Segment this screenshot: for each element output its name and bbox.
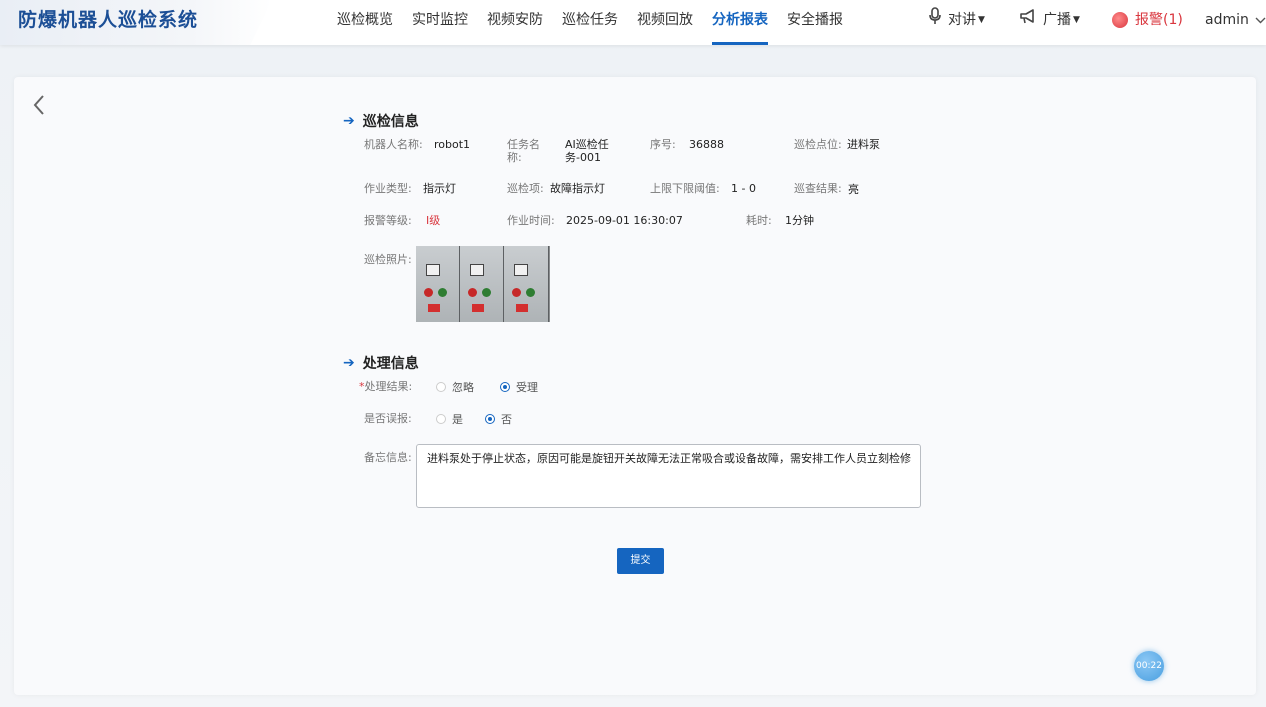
- arrow-right-icon: ➔: [343, 113, 355, 129]
- inspection-point-value: 进料泵: [847, 138, 880, 151]
- threshold-value: 1 - 0: [731, 182, 756, 195]
- back-icon[interactable]: [32, 94, 46, 120]
- intercom-label: 对讲: [948, 12, 976, 28]
- username: admin: [1205, 12, 1249, 28]
- top-header: 防爆机器人巡检系统 巡检概览 实时监控 视频安防 巡检任务 视频回放 分析报表 …: [0, 0, 1266, 45]
- inspection-photo[interactable]: [416, 246, 550, 322]
- handling-section-title: ➔ 处理信息: [343, 355, 419, 372]
- timer-badge[interactable]: 00:22: [1134, 651, 1164, 681]
- duration-value: 1分钟: [785, 214, 814, 227]
- inspection-item-value: 故障指示灯: [550, 182, 605, 195]
- alarm-button[interactable]: 报警(1): [1112, 0, 1183, 40]
- handling-result-radio-group: 忽略 受理: [436, 379, 564, 395]
- photo-label: 巡检照片:: [364, 253, 412, 266]
- memo-label: 备忘信息:: [364, 451, 412, 464]
- caret-down-icon: ▼: [978, 15, 985, 25]
- nav-item-inspection-task[interactable]: 巡检任务: [562, 0, 618, 45]
- nav-item-realtime-monitor[interactable]: 实时监控: [412, 0, 468, 45]
- control-box-image: [460, 246, 505, 322]
- nav-item-overview[interactable]: 巡检概览: [337, 0, 393, 45]
- detail-panel: [14, 77, 1256, 695]
- robot-name-value: robot1: [434, 138, 471, 151]
- memo-textarea[interactable]: 进料泵处于停止状态，原因可能是旋钮开关故障无法正常吸合或设备故障，需安排工作人员…: [416, 444, 921, 508]
- nav-item-analysis-report[interactable]: 分析报表: [712, 0, 768, 45]
- radio-ignore[interactable]: 忽略: [436, 379, 474, 395]
- handling-result-label: *处理结果:: [359, 380, 413, 393]
- inspection-item-label: 巡检项:: [507, 182, 544, 195]
- logo-area: 防爆机器人巡检系统: [0, 0, 272, 45]
- broadcast-label: 广播: [1043, 12, 1071, 28]
- nav-item-safety-broadcast[interactable]: 安全播报: [787, 0, 843, 45]
- result-label: 巡查结果:: [794, 182, 842, 195]
- control-box-image: [504, 246, 549, 322]
- job-type-label: 作业类型:: [364, 182, 412, 195]
- megaphone-icon: [1019, 0, 1037, 40]
- alarm-level-value: Ⅰ级: [426, 214, 441, 227]
- duration-label: 耗时:: [746, 214, 772, 227]
- job-time-value: 2025-09-01 16:30:07: [566, 214, 683, 227]
- task-name-label: 任务名 称:: [507, 138, 540, 164]
- nav-item-video-security[interactable]: 视频安防: [487, 0, 543, 45]
- intercom-button[interactable]: 对讲 ▼: [928, 0, 985, 40]
- arrow-right-icon: ➔: [343, 355, 355, 371]
- user-menu[interactable]: admin: [1205, 0, 1266, 40]
- task-name-value: AI巡检任 务-001: [565, 138, 609, 164]
- serial-label: 序号:: [650, 138, 676, 151]
- false-alarm-label: 是否误报:: [364, 412, 412, 425]
- false-alarm-radio-group: 是 否: [436, 411, 538, 427]
- inspection-point-label: 巡检点位:: [794, 138, 842, 151]
- radio-yes[interactable]: 是: [436, 411, 463, 427]
- submit-button[interactable]: 提交: [617, 548, 664, 574]
- alarm-level-label: 报警等级:: [364, 214, 412, 227]
- alarm-icon: [1112, 12, 1128, 28]
- caret-down-icon: ▼: [1073, 15, 1080, 25]
- app-title: 防爆机器人巡检系统: [18, 9, 199, 31]
- radio-no[interactable]: 否: [485, 411, 512, 427]
- main-nav: 巡检概览 实时监控 视频安防 巡检任务 视频回放 分析报表 安全播报: [337, 0, 862, 45]
- serial-value: 36888: [689, 138, 724, 151]
- nav-item-video-playback[interactable]: 视频回放: [637, 0, 693, 45]
- chevron-down-icon: [1255, 0, 1266, 40]
- control-box-image: [416, 246, 461, 322]
- threshold-label: 上限下限阈值:: [650, 182, 720, 195]
- broadcast-button[interactable]: 广播 ▼: [1019, 0, 1080, 40]
- microphone-icon: [928, 0, 942, 40]
- job-type-value: 指示灯: [423, 182, 456, 195]
- job-time-label: 作业时间:: [507, 214, 555, 227]
- inspection-section-title: ➔ 巡检信息: [343, 113, 419, 130]
- result-value: 亮: [848, 183, 859, 196]
- alarm-label: 报警(1): [1135, 12, 1183, 28]
- robot-name-label: 机器人名称:: [364, 138, 423, 151]
- radio-accept[interactable]: 受理: [500, 379, 538, 395]
